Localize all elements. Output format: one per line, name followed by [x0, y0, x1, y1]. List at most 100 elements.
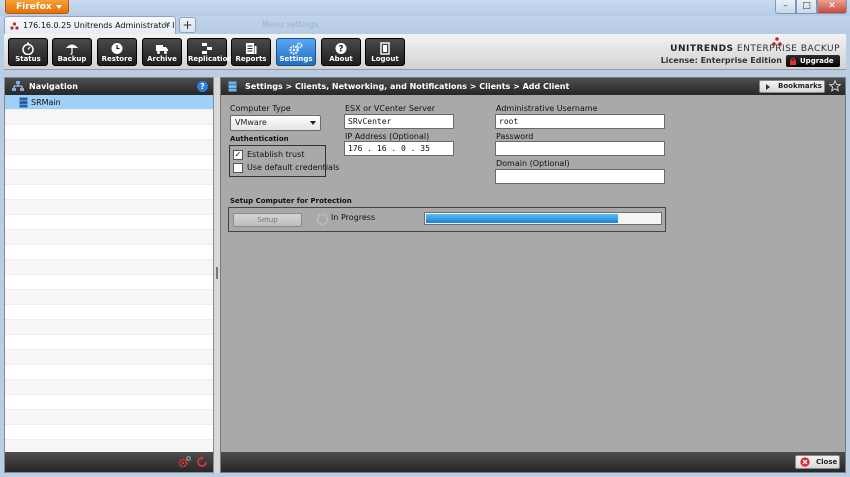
- close-button[interactable]: Close: [795, 455, 840, 469]
- main-header: Settings > Clients, Networking, and Noti…: [221, 78, 845, 95]
- setup-protection-box: Setup In Progress: [228, 207, 666, 232]
- establish-trust-checkbox[interactable]: ✓: [233, 150, 243, 160]
- network-tree-icon: [12, 81, 24, 91]
- status-button-label: Status: [15, 55, 41, 63]
- bookmarks-button[interactable]: Bookmarks: [759, 80, 825, 93]
- main-footer: Close: [221, 452, 845, 472]
- minimize-button[interactable]: –: [775, 0, 796, 14]
- star-icon[interactable]: [829, 80, 841, 92]
- logout-button[interactable]: Logout: [365, 38, 405, 66]
- computer-type-value: VMware: [235, 118, 267, 127]
- setup-button[interactable]: Setup: [233, 213, 302, 227]
- nav-empty-row: [5, 110, 213, 125]
- upgrade-button[interactable]: Upgrade: [786, 55, 840, 67]
- use-default-credentials-label: Use default credentials: [247, 163, 340, 172]
- archive-button[interactable]: Archive: [142, 38, 182, 66]
- use-default-credentials-checkbox[interactable]: [233, 163, 243, 173]
- progress-bar-fill: [426, 214, 618, 223]
- maximize-button[interactable]: □: [796, 0, 817, 14]
- bookmarks-label: Bookmarks: [778, 82, 822, 90]
- establish-trust-label: Establish trust: [247, 150, 305, 159]
- nav-empty-row: [5, 350, 213, 365]
- restore-button[interactable]: Restore: [97, 38, 137, 66]
- domain-label: Domain (Optional): [496, 159, 570, 168]
- nav-empty-row: [5, 305, 213, 320]
- reports-button-label: Reports: [235, 55, 267, 63]
- nav-empty-row: [5, 155, 213, 170]
- nav-empty-row: [5, 320, 213, 335]
- breadcrumb: Settings > Clients, Networking, and Noti…: [245, 82, 570, 91]
- svg-text:?: ?: [338, 45, 343, 55]
- password-input[interactable]: [495, 141, 665, 156]
- computer-type-select[interactable]: VMware: [230, 115, 321, 131]
- replication-button-label: Replication: [188, 55, 233, 63]
- nav-empty-row: [5, 245, 213, 260]
- help-icon[interactable]: ?: [197, 81, 208, 92]
- password-label: Password: [496, 132, 534, 141]
- stopwatch-icon: [22, 42, 34, 55]
- refresh-icon[interactable]: [196, 456, 208, 468]
- gear-icon[interactable]: [178, 456, 191, 468]
- question-icon: ?: [335, 43, 347, 55]
- progress-status-label: In Progress: [331, 213, 376, 222]
- navigation-title: Navigation: [29, 82, 78, 91]
- domain-input[interactable]: [495, 169, 665, 184]
- nav-empty-row: [5, 200, 213, 215]
- backup-button[interactable]: Backup: [52, 38, 92, 66]
- nav-empty-row: [5, 410, 213, 425]
- server-icon: [228, 81, 237, 92]
- restore-button-label: Restore: [101, 55, 133, 63]
- window-titlebar: Firefox – □ ✕: [0, 0, 850, 16]
- setup-section-label: Setup Computer for Protection: [230, 197, 352, 205]
- tab-close-icon[interactable]: ×: [163, 17, 171, 34]
- esx-server-input[interactable]: SRvCenter: [344, 114, 454, 129]
- nav-empty-row: [5, 380, 213, 395]
- about-button[interactable]: ? About: [321, 38, 361, 66]
- nav-empty-row: [5, 140, 213, 155]
- nav-empty-row: [5, 275, 213, 290]
- replication-icon: [202, 43, 212, 54]
- clock-icon: [111, 43, 123, 54]
- nav-empty-row: [5, 170, 213, 185]
- window-close-button[interactable]: ✕: [817, 0, 847, 14]
- ip-address-label: IP Address (Optional): [345, 132, 430, 141]
- brand-name-rest: ENTERPRISE BACKUP: [733, 44, 840, 54]
- nav-empty-row: [5, 290, 213, 305]
- nav-empty-row: [5, 125, 213, 140]
- replication-button[interactable]: Replication: [187, 38, 233, 66]
- status-button[interactable]: Status: [8, 38, 48, 66]
- about-button-label: About: [329, 55, 353, 63]
- nav-item-srmain[interactable]: SRMain: [5, 95, 213, 110]
- settings-button[interactable]: Settings: [276, 38, 316, 66]
- license-label: License: Enterprise Edition: [660, 56, 782, 65]
- nav-empty-row: [5, 185, 213, 200]
- brand-area: UNITRENDS ENTERPRISE BACKUP License: Ent…: [660, 37, 842, 67]
- logout-icon: [380, 42, 390, 55]
- close-label: Close: [816, 458, 838, 466]
- nav-empty-row: [5, 260, 213, 275]
- reports-button[interactable]: Reports: [231, 38, 271, 66]
- new-tab-button[interactable]: +: [179, 17, 196, 33]
- firefox-menu-button[interactable]: Firefox: [5, 0, 69, 14]
- nav-empty-row: [5, 335, 213, 350]
- caret-right-icon: [766, 84, 770, 90]
- browser-tab[interactable]: 176.16.0.25 Unitrends Administrator Inte…: [4, 16, 176, 34]
- brand-name: UNITRENDS ENTERPRISE BACKUP: [670, 44, 840, 54]
- tab-title: 176.16.0.25 Unitrends Administrator Inte…: [23, 21, 175, 30]
- main-panel: Settings > Clients, Networking, and Noti…: [220, 77, 846, 473]
- ip-address-input[interactable]: 176 . 16 . 0 . 35: [344, 141, 454, 156]
- close-icon: [800, 457, 810, 467]
- progress-bar: [424, 212, 662, 225]
- brand-name-bold: UNITRENDS: [670, 44, 734, 54]
- navigation-tree: SRMain: [5, 95, 213, 453]
- chevron-down-icon: [310, 121, 316, 125]
- navigation-panel: Navigation ? SRMain: [4, 77, 214, 473]
- unitrends-favicon-icon: [10, 22, 19, 30]
- server-icon: [19, 97, 28, 108]
- backup-button-label: Backup: [57, 55, 87, 63]
- nav-empty-row: [5, 425, 213, 440]
- admin-username-input[interactable]: root: [495, 114, 665, 129]
- lock-icon: [790, 57, 796, 65]
- chevron-down-icon: [56, 5, 62, 9]
- settings-button-label: Settings: [279, 55, 313, 63]
